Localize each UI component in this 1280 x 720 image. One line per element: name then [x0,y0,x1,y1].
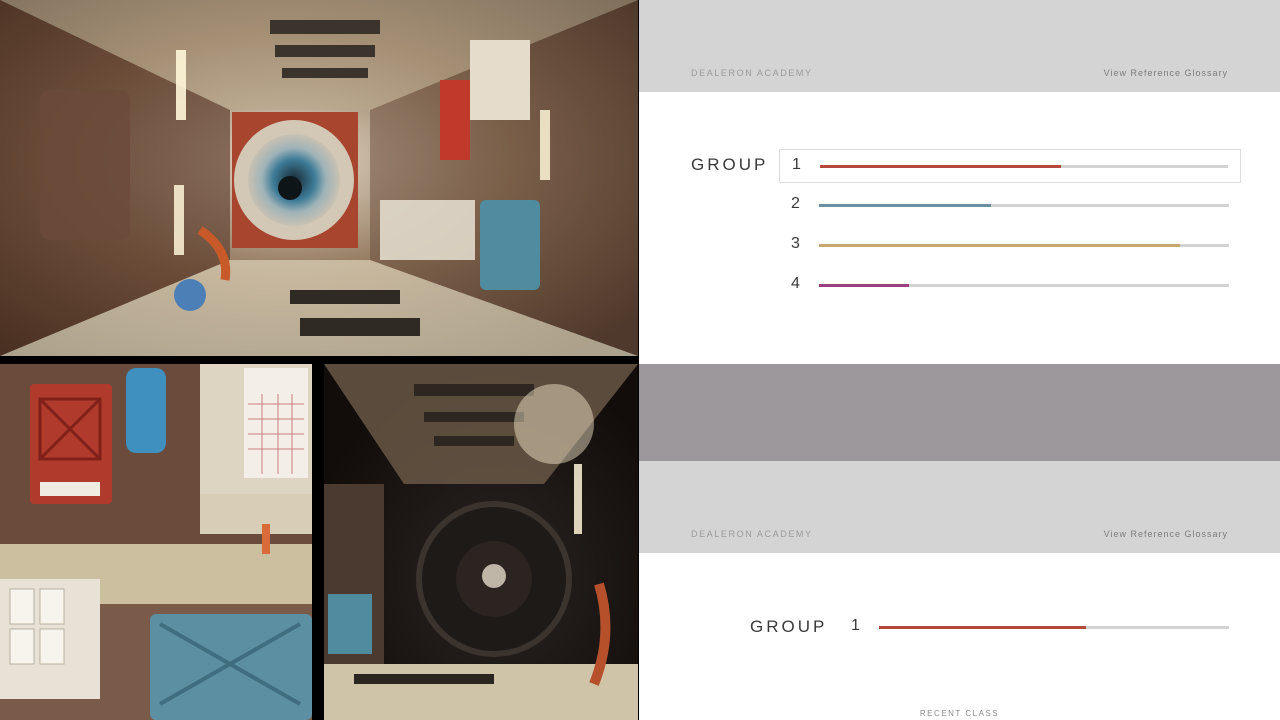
group-label: GROUP [750,617,828,636]
group-card: GROUP 1 RECENT CLASS [639,553,1280,720]
progress-track [879,626,1229,629]
progress-track [819,244,1229,247]
view-glossary-link[interactable]: View Reference Glossary [1104,68,1228,78]
progress-fill [819,204,992,207]
group-progress-panel-compact: DEALERON ACADEMY View Reference Glossary… [639,461,1280,720]
group-number: 4 [791,275,800,292]
station-corridor-photo [0,0,638,356]
group-number: 1 [792,156,801,173]
recent-class-label: RECENT CLASS [919,709,1000,718]
station-wall-closeup-photo [0,364,312,720]
progress-track [819,204,1229,207]
group-progress-panel: DEALERON ACADEMY View Reference Glossary… [639,0,1280,364]
station-hatch-dark-photo [324,364,638,720]
group-row-4[interactable]: 4 [779,269,1241,303]
group-card: GROUP 1 2 3 4 [639,92,1280,364]
progress-fill [819,284,910,287]
group-label: GROUP [691,155,769,174]
group-row-1[interactable]: 1 [839,611,1241,645]
panel-header: DEALERON ACADEMY View Reference Glossary [639,461,1280,553]
brand-label: DEALERON ACADEMY [691,529,813,539]
progress-fill [820,165,1061,168]
group-row-1[interactable]: 1 [779,149,1241,183]
divider-band [639,364,1280,461]
group-number: 2 [791,195,800,212]
group-number: 1 [851,617,860,634]
group-number: 3 [791,235,800,252]
progress-fill [879,626,1086,629]
group-row-2[interactable]: 2 [779,189,1241,223]
view-glossary-link[interactable]: View Reference Glossary [1104,529,1228,539]
panel-header: DEALERON ACADEMY View Reference Glossary [639,0,1280,92]
progress-fill [819,244,1180,247]
progress-track [819,284,1229,287]
brand-label: DEALERON ACADEMY [691,68,813,78]
progress-track [820,165,1228,168]
group-row-3[interactable]: 3 [779,229,1241,263]
